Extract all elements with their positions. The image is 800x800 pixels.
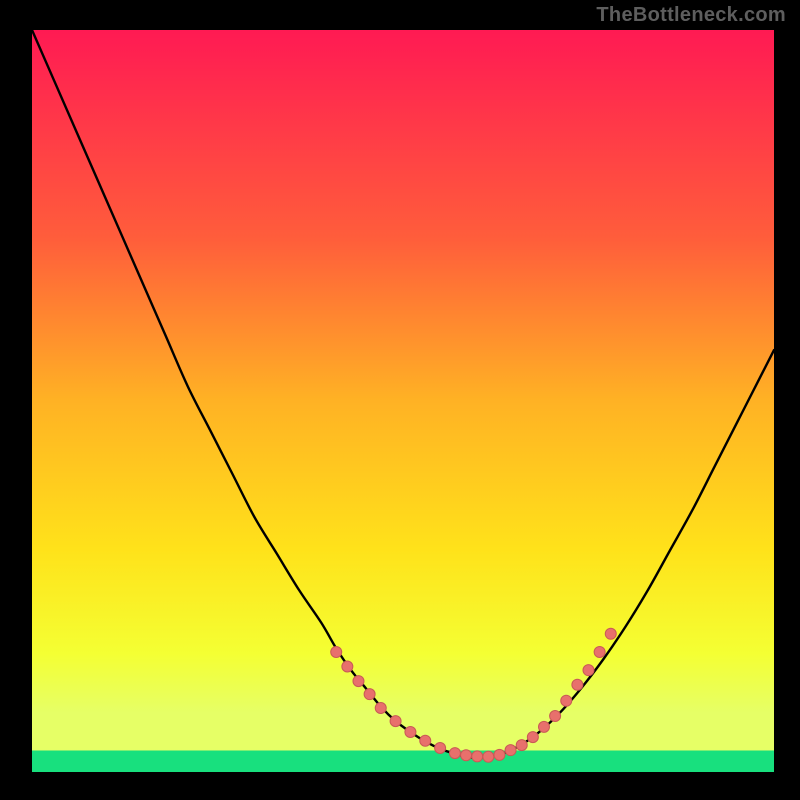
marker-point xyxy=(353,676,364,687)
marker-point xyxy=(605,628,616,639)
marker-point xyxy=(449,748,460,759)
marker-point xyxy=(375,702,386,713)
marker-point xyxy=(527,732,538,743)
marker-point xyxy=(572,679,583,690)
marker-point xyxy=(420,735,431,746)
bottleneck-chart xyxy=(32,30,774,772)
marker-point xyxy=(364,689,375,700)
marker-point xyxy=(331,646,342,657)
marker-point xyxy=(472,751,483,762)
marker-point xyxy=(505,745,516,756)
marker-point xyxy=(342,661,353,672)
marker-point xyxy=(538,721,549,732)
marker-point xyxy=(494,749,505,760)
marker-point xyxy=(550,710,561,721)
marker-point xyxy=(516,740,527,751)
plot-area xyxy=(32,30,774,772)
marker-point xyxy=(483,751,494,762)
marker-point xyxy=(561,695,572,706)
marker-point xyxy=(390,716,401,727)
marker-point xyxy=(594,646,605,657)
watermark-text: TheBottleneck.com xyxy=(596,4,786,27)
marker-point xyxy=(405,726,416,737)
marker-point xyxy=(435,742,446,753)
marker-point xyxy=(583,665,594,676)
marker-point xyxy=(461,750,472,761)
gradient-background xyxy=(32,30,774,772)
chart-frame: TheBottleneck.com xyxy=(0,0,800,800)
